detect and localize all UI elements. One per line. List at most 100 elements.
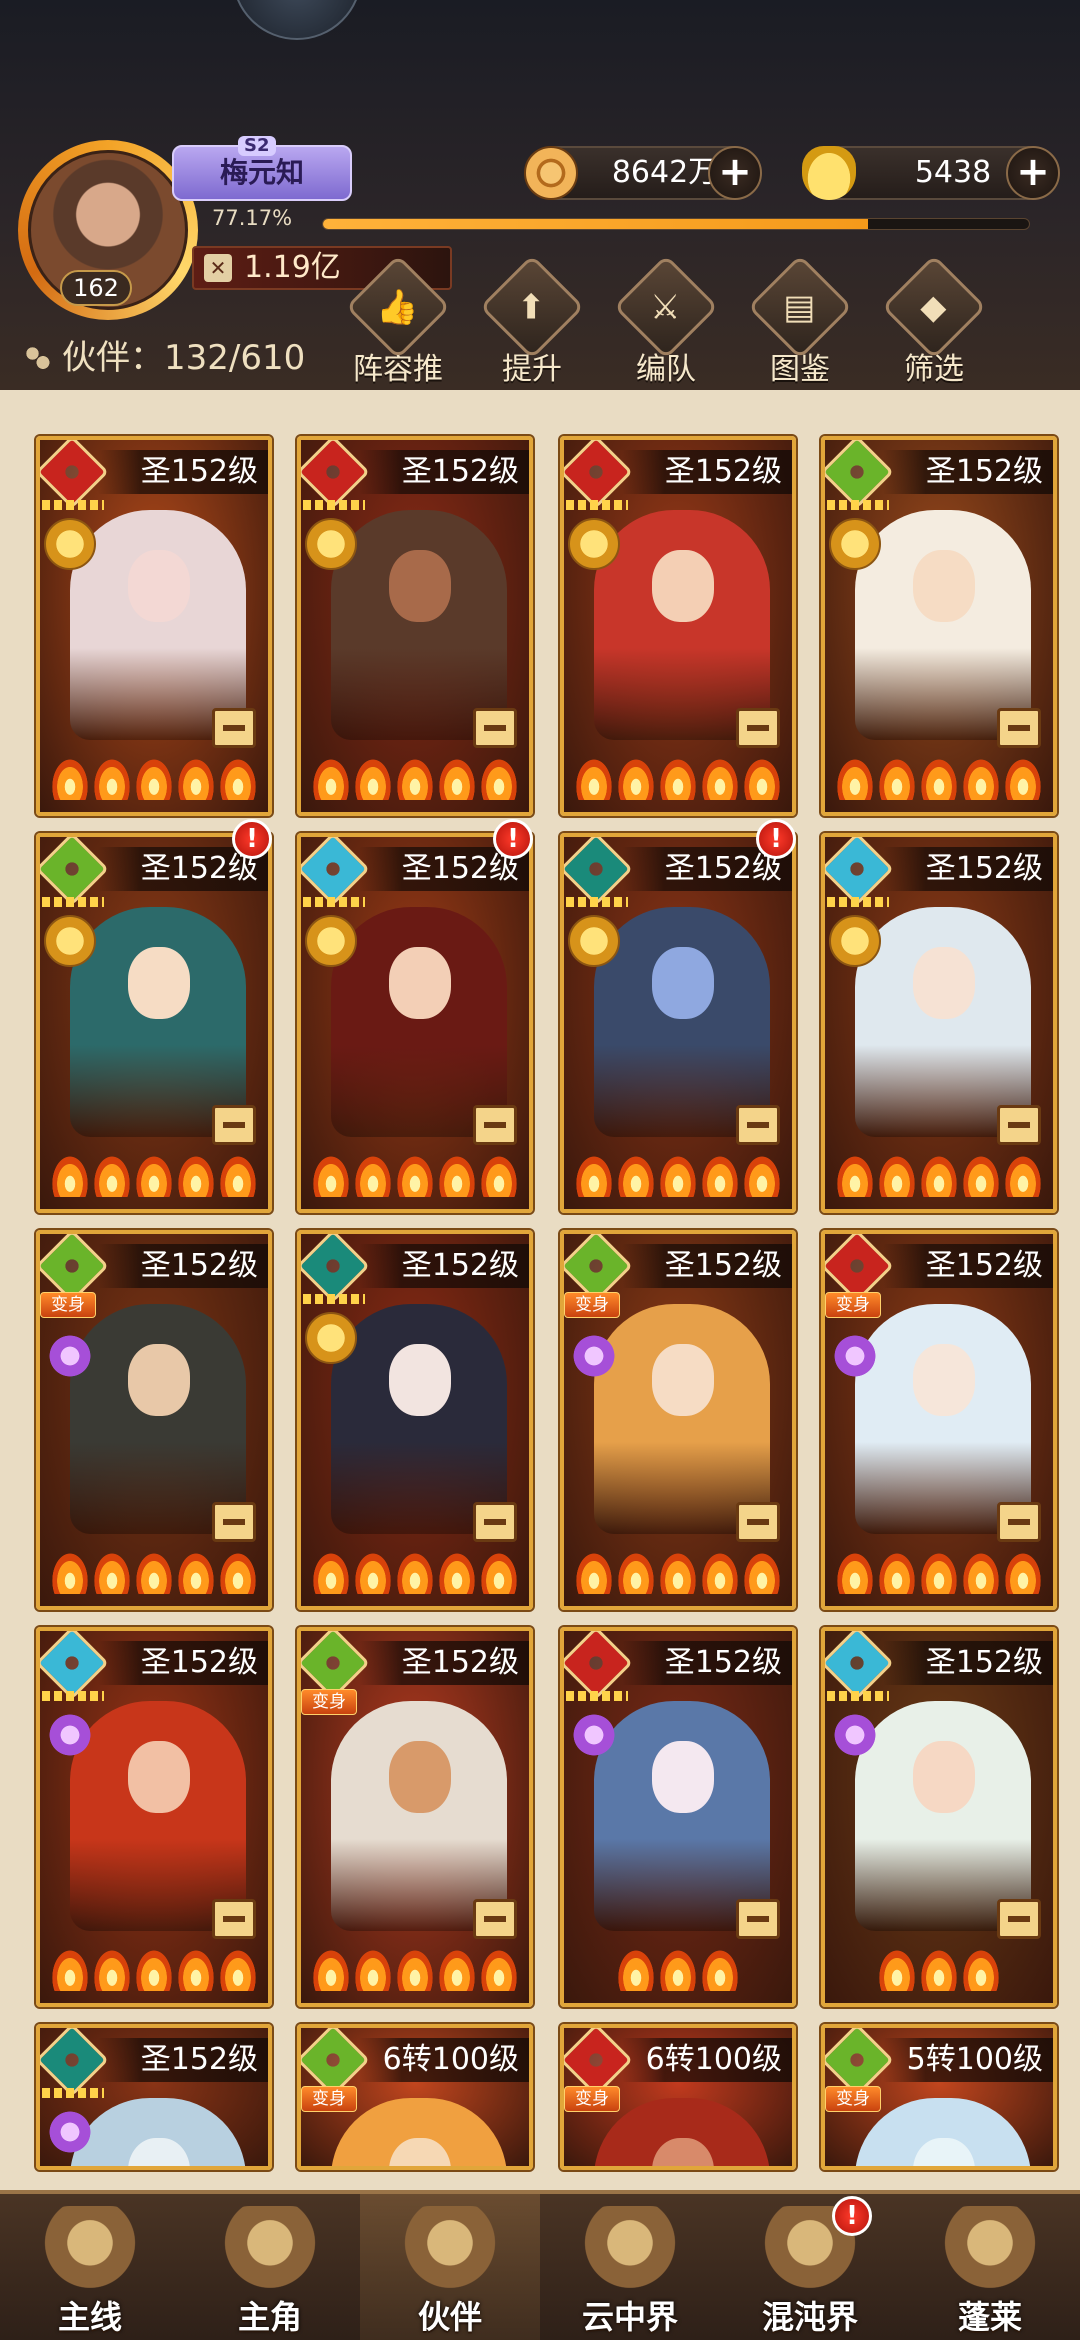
add-coins-button[interactable]: + (708, 146, 762, 200)
equipment-slot-icon[interactable] (212, 1105, 256, 1145)
partner-card[interactable]: 圣152级 变身 (297, 1627, 533, 2007)
nav-item-1[interactable]: 主角 (180, 2194, 360, 2340)
equipment-slot-icon[interactable] (736, 1105, 780, 1145)
gold-ingot-icon (802, 146, 856, 200)
star-flames (40, 1947, 268, 1995)
partner-card[interactable]: 圣152级 (36, 1627, 272, 2007)
sparkle-star-icon (44, 2106, 96, 2158)
equipment-slot-icon[interactable] (473, 1899, 517, 1939)
flame-star-icon (134, 1947, 174, 1991)
nav-item-0[interactable]: 主线 (0, 2194, 180, 2340)
toolbar-button-2[interactable]: ⚔ 编队 (608, 254, 724, 390)
nav-item-4[interactable]: 混沌界! (720, 2194, 900, 2340)
flame-star-icon (176, 756, 216, 800)
rank-dots (827, 1691, 889, 1701)
partner-card[interactable]: 圣152级 (560, 833, 796, 1213)
partner-card[interactable]: 圣152级 变身 (821, 1230, 1057, 1610)
partner-level: 6转100级 (359, 2038, 529, 2082)
equipment-slot-icon[interactable] (212, 1899, 256, 1939)
flame-star-icon (437, 756, 477, 800)
partner-card[interactable]: 圣152级 (36, 436, 272, 816)
flame-star-icon (479, 1153, 519, 1197)
toolbar-button-4[interactable]: ◆ 筛选 (876, 254, 992, 390)
partner-card[interactable]: 5转100级 变身 (821, 2024, 1057, 2170)
equipment-slot-icon[interactable] (473, 1502, 517, 1542)
partner-portrait (594, 1304, 770, 1534)
partner-card[interactable]: 6转100级 变身 (560, 2024, 796, 2170)
crossed-swords-icon: ✕ (204, 254, 232, 282)
flame-star-icon (437, 1947, 477, 1991)
partner-card[interactable]: 圣152级 变身 (36, 1230, 272, 1610)
flame-star-icon (877, 1947, 917, 1991)
partner-card[interactable]: 圣152级 (297, 833, 533, 1213)
transform-badge: 变身 (301, 1689, 357, 1715)
partner-level: 圣152级 (98, 2038, 268, 2082)
add-gold-button[interactable]: + (1006, 146, 1060, 200)
formation-icon-glyph: ⚔ (650, 287, 681, 328)
flame-star-icon (176, 1947, 216, 1991)
partner-portrait (331, 907, 507, 1137)
partner-card[interactable]: 圣152级 (560, 1627, 796, 2007)
equipment-slot-icon[interactable] (212, 708, 256, 748)
filter-icon-glyph: ◆ (920, 287, 947, 328)
equipment-slot-icon[interactable] (736, 708, 780, 748)
nav-item-5[interactable]: 蓬莱 (900, 2194, 1080, 2340)
flame-star-icon (877, 1550, 917, 1594)
sparkle-star-icon (829, 1709, 881, 1761)
flame-star-icon (658, 1947, 698, 1991)
partner-card[interactable]: 6转100级 变身 (297, 2024, 533, 2170)
partner-face (128, 947, 190, 1019)
partner-level: 圣152级 (622, 450, 792, 494)
equipment-slot-icon[interactable] (212, 1502, 256, 1542)
partner-card[interactable]: 圣152级 (821, 833, 1057, 1213)
equipment-slot-icon[interactable] (736, 1502, 780, 1542)
flame-star-icon (479, 1947, 519, 1991)
partner-face (652, 550, 714, 622)
sparkle-star-icon (829, 1330, 881, 1382)
partner-portrait (855, 510, 1031, 740)
partner-card[interactable]: 圣152级 (36, 833, 272, 1213)
flame-star-icon (311, 1550, 351, 1594)
star-flames (40, 756, 268, 804)
partner-card[interactable]: 圣152级 变身 (560, 1230, 796, 1610)
equipment-slot-icon[interactable] (997, 708, 1041, 748)
partner-face (389, 550, 451, 622)
toolbar-button-0[interactable]: 👍阵容推荐 (340, 254, 456, 431)
partner-card[interactable]: 圣152级 (821, 436, 1057, 816)
equipment-slot-icon[interactable] (997, 1105, 1041, 1145)
rank-dots (42, 897, 104, 907)
partner-card[interactable]: 圣152级 (821, 1627, 1057, 2007)
rank-dots (827, 500, 889, 510)
nav-item-2[interactable]: 伙伴 (360, 2194, 540, 2340)
toolbar-button-3[interactable]: ▤ 图鉴 (742, 254, 858, 390)
gold-medal-icon (44, 518, 96, 570)
flame-star-icon (919, 756, 959, 800)
flame-star-icon (437, 1153, 477, 1197)
partner-card[interactable]: 圣152级 (297, 1230, 533, 1610)
equipment-slot-icon[interactable] (473, 1105, 517, 1145)
flame-star-icon (353, 1550, 393, 1594)
flame-star-icon (50, 756, 90, 800)
partner-card[interactable]: 圣152级 (297, 436, 533, 816)
flame-star-icon (742, 1550, 782, 1594)
flame-star-icon (479, 756, 519, 800)
equipment-slot-icon[interactable] (997, 1502, 1041, 1542)
flame-star-icon (574, 1153, 614, 1197)
star-flames (564, 1947, 792, 1995)
partner-face (389, 1741, 451, 1813)
partner-card[interactable]: 圣152级 (560, 436, 796, 816)
flame-star-icon (574, 1550, 614, 1594)
equipment-slot-icon[interactable] (736, 1899, 780, 1939)
upgrade-arrow-icon-glyph: ⬆ (517, 287, 546, 328)
partner-level: 圣152级 (359, 1641, 529, 1685)
partner-count-text: 伙伴：132/610 (62, 338, 306, 378)
partner-face (913, 2138, 975, 2166)
flame-star-icon (877, 1153, 917, 1197)
flame-star-icon (961, 1153, 1001, 1197)
partner-card[interactable]: 圣152级 (36, 2024, 272, 2170)
equipment-slot-icon[interactable] (997, 1899, 1041, 1939)
equipment-slot-icon[interactable] (473, 708, 517, 748)
nav-item-3[interactable]: 云中界 (540, 2194, 720, 2340)
toolbar-button-1[interactable]: ⬆ 提升 (474, 254, 590, 390)
partner-portrait (855, 1304, 1031, 1534)
